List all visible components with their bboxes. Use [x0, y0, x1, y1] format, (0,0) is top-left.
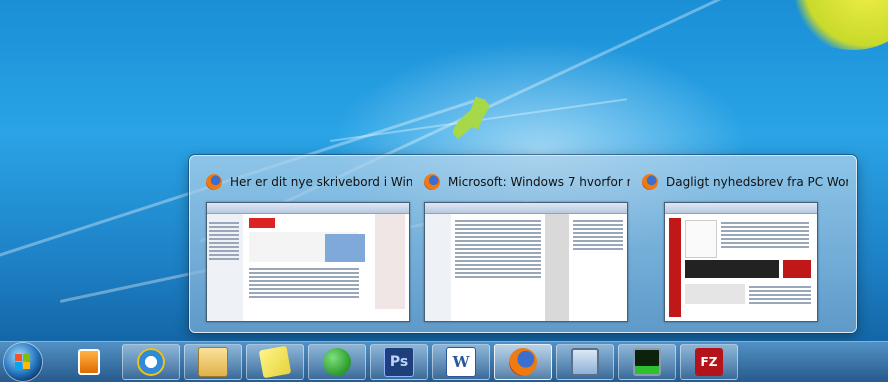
thumbnail-title: Microsoft: Windows 7 hvorfor n...: [448, 175, 630, 189]
windows-logo-icon: [15, 354, 31, 370]
thumbnail-window-1[interactable]: Her er dit nye skrivebord i Wind...: [198, 164, 412, 324]
photoshop-icon: Ps: [384, 347, 414, 377]
messenger-icon: [323, 348, 351, 376]
firefox-icon: [642, 174, 658, 190]
taskbar-button-sticky-notes[interactable]: [246, 344, 304, 380]
taskbar-button-task-manager[interactable]: [618, 344, 676, 380]
taskbar-button-photoshop[interactable]: Ps: [370, 344, 428, 380]
internet-explorer-icon: [137, 348, 165, 376]
thumbnail-window-2[interactable]: Microsoft: Windows 7 hvorfor n...: [416, 164, 630, 324]
word-icon: W: [446, 347, 476, 377]
taskbar-button-filezilla[interactable]: FZ: [680, 344, 738, 380]
taskbar-button-firefox[interactable]: [494, 344, 552, 380]
taskbar-button-explorer[interactable]: [184, 344, 242, 380]
sticky-notes-icon: [258, 345, 292, 379]
filezilla-icon: FZ: [695, 348, 723, 376]
thumbnail-title: Dagligt nyhedsbrev fra PC Worl...: [666, 175, 848, 189]
firefox-icon: [509, 348, 537, 376]
thumbnail-page-preview: [664, 202, 818, 322]
start-button[interactable]: [4, 343, 42, 381]
thumbnail-page-preview: [206, 202, 410, 322]
file-explorer-icon: [198, 347, 228, 377]
thumbnail-page-preview: [424, 202, 628, 322]
firefox-icon: [424, 174, 440, 190]
taskbar-button-word[interactable]: W: [432, 344, 490, 380]
task-manager-icon: [633, 348, 661, 376]
thumbnail-title: Her er dit nye skrivebord i Wind...: [230, 175, 412, 189]
remote-desktop-icon: [571, 348, 599, 376]
thumbnail-window-3[interactable]: Dagligt nyhedsbrev fra PC Worl...: [634, 164, 848, 324]
taskbar-button-internet-explorer[interactable]: [122, 344, 180, 380]
taskbar: Ps W FZ: [0, 341, 888, 382]
taskbar-button-messenger[interactable]: [308, 344, 366, 380]
taskbar-thumbnail-preview: Her er dit nye skrivebord i Wind... Micr…: [189, 155, 857, 333]
taskbar-button-remote-desktop[interactable]: [556, 344, 614, 380]
firefox-icon: [206, 174, 222, 190]
taskbar-button-media-player[interactable]: [60, 344, 118, 380]
media-player-icon: [78, 349, 100, 375]
